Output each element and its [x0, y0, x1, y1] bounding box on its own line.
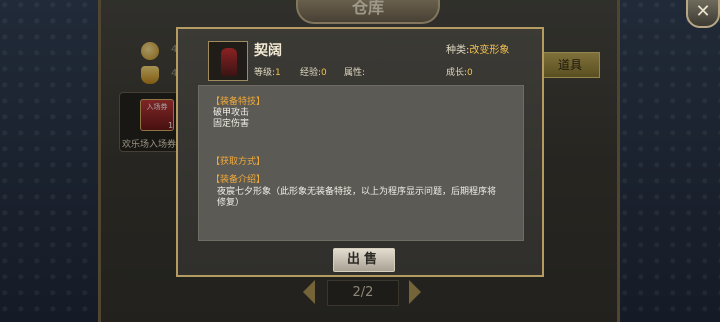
intro-text-line-1: 夜宸七夕形象（此形象无装备特技，以上为程序显示问题，后期程序将 [217, 187, 497, 197]
exp-label: 经验: [300, 68, 322, 78]
growth-stat: 成长:0 [446, 65, 473, 78]
sell-button[interactable]: 出售 [333, 248, 395, 272]
section-skill-title: 【装备特技】 [211, 97, 266, 107]
kind-value: 改变形象 [469, 45, 510, 56]
item-name: 契阔 [254, 43, 282, 59]
attribute-label: 属性: [344, 68, 366, 78]
level-stat: 等级:1 [254, 65, 281, 78]
background-left [0, 0, 100, 322]
item-icon [208, 41, 248, 81]
exp-stat: 经验:0 [300, 65, 327, 78]
character-figure-icon [221, 48, 237, 76]
attribute-stat: 属性: [344, 65, 365, 78]
close-button[interactable]: ✕ [686, 0, 720, 28]
level-value: 1 [275, 68, 281, 78]
skill-line-2: 固定伤害 [213, 119, 250, 129]
item-kind: 种类:改变形象 [446, 41, 509, 56]
skill-line-1: 破甲攻击 [213, 108, 250, 118]
growth-label: 成长: [446, 68, 468, 78]
section-intro-title: 【装备介绍】 [211, 175, 266, 185]
kind-label: 种类: [446, 45, 470, 56]
background-right [620, 0, 720, 322]
growth-value: 0 [467, 68, 473, 78]
item-description-box: 【装备特技】 破甲攻击 固定伤害 【获取方式】 【装备介绍】 夜宸七夕形象（此形… [198, 85, 524, 241]
section-obtain-title: 【获取方式】 [211, 157, 266, 167]
item-detail-popup: 契阔 种类:改变形象 等级:1 经验:0 属性: 成长:0 【装备特技】 破甲攻… [176, 27, 544, 277]
intro-text-line-2: 修复） [217, 198, 245, 208]
level-label: 等级: [254, 68, 276, 78]
exp-value: 0 [321, 68, 327, 78]
